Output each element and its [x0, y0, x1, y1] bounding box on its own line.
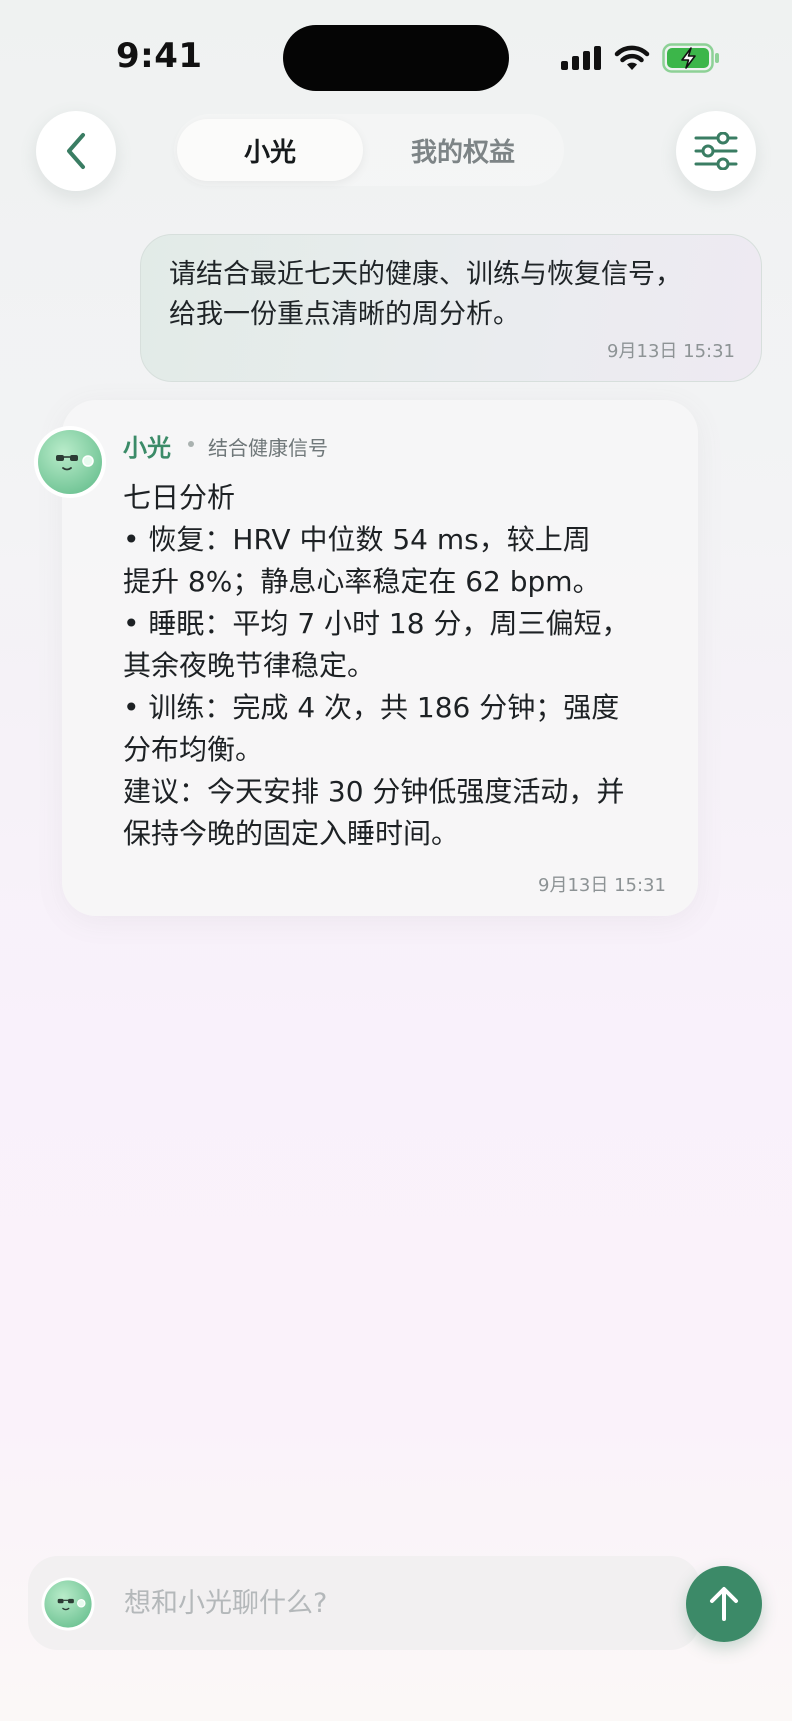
wifi-icon	[614, 45, 650, 70]
bot-message-line: 分布均衡。	[123, 733, 264, 766]
arrow-up-icon	[710, 1587, 738, 1621]
sliders-icon	[694, 132, 738, 170]
separator-dot	[188, 441, 194, 447]
bot-message-line: 其余夜晚节律稳定。	[123, 649, 376, 682]
bot-message-line: • 睡眠：平均 7 小时 18 分，周三偏短，	[123, 607, 630, 640]
tab-switcher: 小光 我的权益	[174, 114, 564, 186]
user-message-bubble: 请结合最近七天的健康、训练与恢复信号， 给我一份重点清晰的周分析。 9月13日 …	[140, 234, 762, 382]
settings-button[interactable]	[676, 111, 756, 191]
send-button[interactable]	[686, 1566, 762, 1642]
cellular-signal-icon	[561, 46, 601, 70]
dynamic-island	[283, 25, 509, 91]
status-time: 9:41	[116, 36, 203, 76]
battery-charging-icon	[662, 43, 719, 73]
assistant-context-tag: 结合健康信号	[208, 436, 328, 460]
user-message-text: 请结合最近七天的健康、训练与恢复信号， 给我一份重点清晰的周分析。	[169, 259, 682, 330]
bot-message-line: 保持今晚的固定入睡时间。	[123, 817, 460, 850]
bot-message-time: 9月13日 15:31	[538, 875, 666, 896]
assistant-name: 小光	[123, 434, 171, 462]
tab-my-benefits[interactable]: 我的权益	[369, 119, 557, 181]
assistant-avatar-small	[41, 1577, 95, 1631]
bot-message-line: 建议：今天安排 30 分钟低强度活动，并	[123, 775, 625, 808]
user-message-time: 9月13日 15:31	[607, 341, 735, 362]
message-input[interactable]	[124, 1577, 664, 1629]
bot-message-body: 七日分析 • 恢复：HRV 中位数 54 ms，较上周 提升 8%；静息心率稳定…	[123, 477, 683, 855]
bot-message-line: • 恢复：HRV 中位数 54 ms，较上周	[123, 523, 591, 556]
bot-message-line: 七日分析	[123, 481, 236, 514]
bot-message-line: 提升 8%；静息心率稳定在 62 bpm。	[123, 565, 601, 598]
chevron-left-icon	[67, 133, 85, 169]
assistant-avatar	[34, 426, 106, 498]
bot-message-line: • 训练：完成 4 次，共 186 分钟；强度	[123, 691, 620, 724]
back-button[interactable]	[36, 111, 116, 191]
tab-xiaoguang[interactable]: 小光	[177, 119, 363, 181]
